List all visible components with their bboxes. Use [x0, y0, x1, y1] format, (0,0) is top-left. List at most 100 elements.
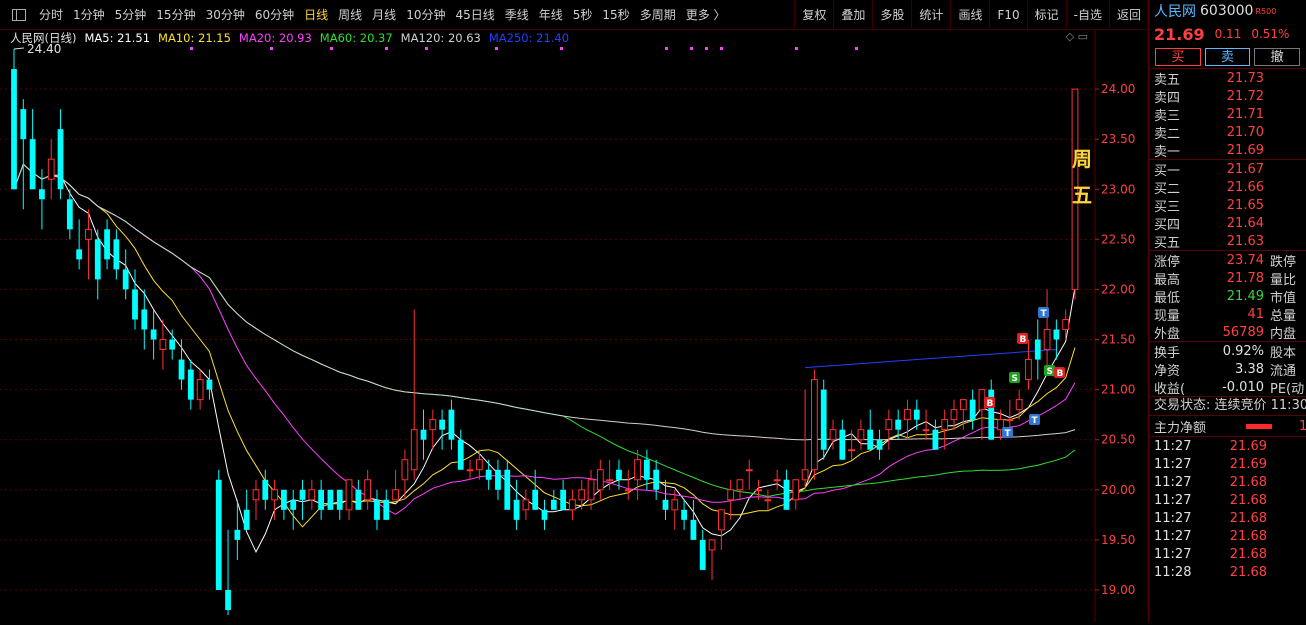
period-tab[interactable]: 分时 [34, 6, 68, 23]
quote-panel: 人民网 603000 R500 21.69 0.11 0.51% 买 卖 撤 卖… [1148, 0, 1306, 622]
book-price: 21.65 [1226, 197, 1264, 213]
buy-button[interactable]: 买 [1155, 48, 1201, 66]
y-tick-label: 20.00 [1101, 483, 1135, 497]
cancel-button[interactable]: 撤 [1254, 48, 1301, 66]
tool-button[interactable]: 标记 [1026, 0, 1066, 30]
tool-button[interactable]: F10 [989, 0, 1026, 30]
candle-body [299, 489, 306, 500]
stat-value: -0.010 [1222, 379, 1264, 395]
kline-chart[interactable]: 人民网(日线) MA5: 21.51 MA10: 21.15 MA20: 20.93… [0, 30, 1148, 622]
trade-buttons: 买 卖 撤 [1149, 46, 1306, 68]
book-row: 买四 21.64 [1149, 214, 1306, 233]
period-tab[interactable]: 年线 [534, 6, 568, 23]
period-tab[interactable]: 1分钟 [68, 6, 110, 23]
stat-value: 56789 [1222, 324, 1264, 340]
book-price: 21.67 [1226, 161, 1264, 177]
candle-body [820, 389, 827, 450]
candle-body [57, 129, 64, 190]
tick-time: 11:27 [1154, 438, 1192, 454]
flow-bar [1246, 424, 1272, 429]
period-tab[interactable]: 多周期 [635, 6, 681, 23]
candle-body [653, 469, 660, 490]
sell-order-book: 卖五 21.73 卖四 21.72 卖三 21.71 卖二 21.70 卖一 21.69 [1149, 69, 1306, 160]
period-tab[interactable]: 更多 〉 [681, 6, 731, 23]
period-tab[interactable]: 15秒 [597, 6, 634, 23]
candle-body [47, 158, 55, 180]
y-tick-label: 20.50 [1101, 433, 1135, 447]
candle-body [699, 539, 706, 570]
ma-label: MA5: 21.51 [84, 31, 151, 45]
tick-time: 11:27 [1154, 546, 1192, 562]
candle-body [169, 339, 176, 350]
candle-body [252, 489, 260, 501]
tick-row: 11:28 21.68 [1149, 563, 1306, 581]
candle-body [783, 479, 790, 510]
annotation-text: 周 [1072, 147, 1092, 171]
candle-body [457, 439, 464, 470]
stat-label: 收益( [1154, 381, 1186, 397]
candle-body [848, 449, 856, 452]
tool-button[interactable]: 复权 [794, 0, 833, 30]
candle-body [374, 499, 380, 520]
tool-button[interactable]: 画线 [950, 0, 989, 30]
tool-button[interactable]: 返回 [1108, 0, 1148, 30]
candle-body [857, 429, 865, 441]
sidebar-toggle-icon[interactable] [12, 8, 26, 21]
signal-label: T [1041, 309, 1048, 319]
candle-body [717, 509, 725, 531]
event-marker [385, 47, 388, 50]
price-line: 21.69 0.11 0.51% [1149, 22, 1306, 46]
ma-label: MA10: 21.15 [158, 31, 231, 45]
signal-label: T [1032, 416, 1039, 426]
book-row: 卖四 21.72 [1149, 87, 1306, 106]
period-tab[interactable]: 45日线 [450, 6, 499, 23]
stat-label: 换手 [1154, 345, 1181, 361]
period-tab[interactable]: 5分钟 [110, 6, 152, 23]
tick-row: 11:27 21.69 [1149, 455, 1306, 473]
candle-body [587, 479, 595, 501]
stat-value: 21.49 [1226, 288, 1264, 304]
candle-body [401, 459, 409, 481]
period-tab[interactable]: 日线 [299, 6, 333, 23]
stat-row: 现量 41 总量 [1149, 305, 1306, 324]
candle-body [271, 489, 278, 501]
book-row: 买五 21.63 [1149, 232, 1306, 251]
period-tab[interactable]: 季线 [500, 6, 534, 23]
candle-body [122, 269, 129, 290]
candle-body [745, 469, 753, 472]
candle-body [345, 479, 353, 511]
period-tab[interactable]: 15分钟 [151, 6, 200, 23]
stat-label-2: 流通 [1270, 363, 1297, 379]
period-tab[interactable]: 周线 [333, 6, 367, 23]
candle-body [196, 379, 204, 401]
tool-button[interactable]: 统计 [911, 0, 950, 30]
signal-label: B [1020, 335, 1027, 345]
period-tab[interactable]: 30分钟 [201, 6, 250, 23]
candle-body [829, 429, 837, 441]
tick-list[interactable]: 11:27 21.69 11:27 21.69 11:27 21.68 11:27 21.68… [1149, 437, 1306, 581]
period-tab[interactable]: 5秒 [568, 6, 598, 23]
candle-body [1062, 318, 1070, 330]
quote-stats: 涨停 23.74 跌停 最高 21.78 量比 最低 21.49 市值 现量 41 总量 外盘 56789… [1149, 251, 1306, 342]
stat-label: 涨停 [1154, 254, 1181, 270]
candle-body [355, 489, 362, 510]
candle-body [541, 509, 548, 520]
candle-body [792, 479, 800, 501]
period-tab[interactable]: 60分钟 [250, 6, 299, 23]
book-label: 卖三 [1154, 108, 1181, 124]
tool-button[interactable]: 叠加 [833, 0, 872, 30]
tool-button[interactable]: 多股 [872, 0, 911, 30]
event-marker [190, 47, 193, 50]
candle-body [1015, 399, 1023, 411]
y-tick-label: 19.00 [1101, 583, 1135, 597]
tool-button[interactable]: -自选 [1065, 0, 1109, 30]
candle-body [448, 409, 455, 440]
period-tab[interactable]: 10分钟 [401, 6, 450, 23]
candle-body [243, 509, 250, 530]
candle-body [234, 529, 241, 540]
stat-label: 现量 [1154, 308, 1181, 324]
period-tab[interactable]: 月线 [367, 6, 401, 23]
sell-button[interactable]: 卖 [1204, 48, 1251, 66]
chart-control-icons[interactable]: ◇ ▭ [1066, 30, 1088, 43]
stat-label-2: 市值 [1270, 290, 1297, 306]
